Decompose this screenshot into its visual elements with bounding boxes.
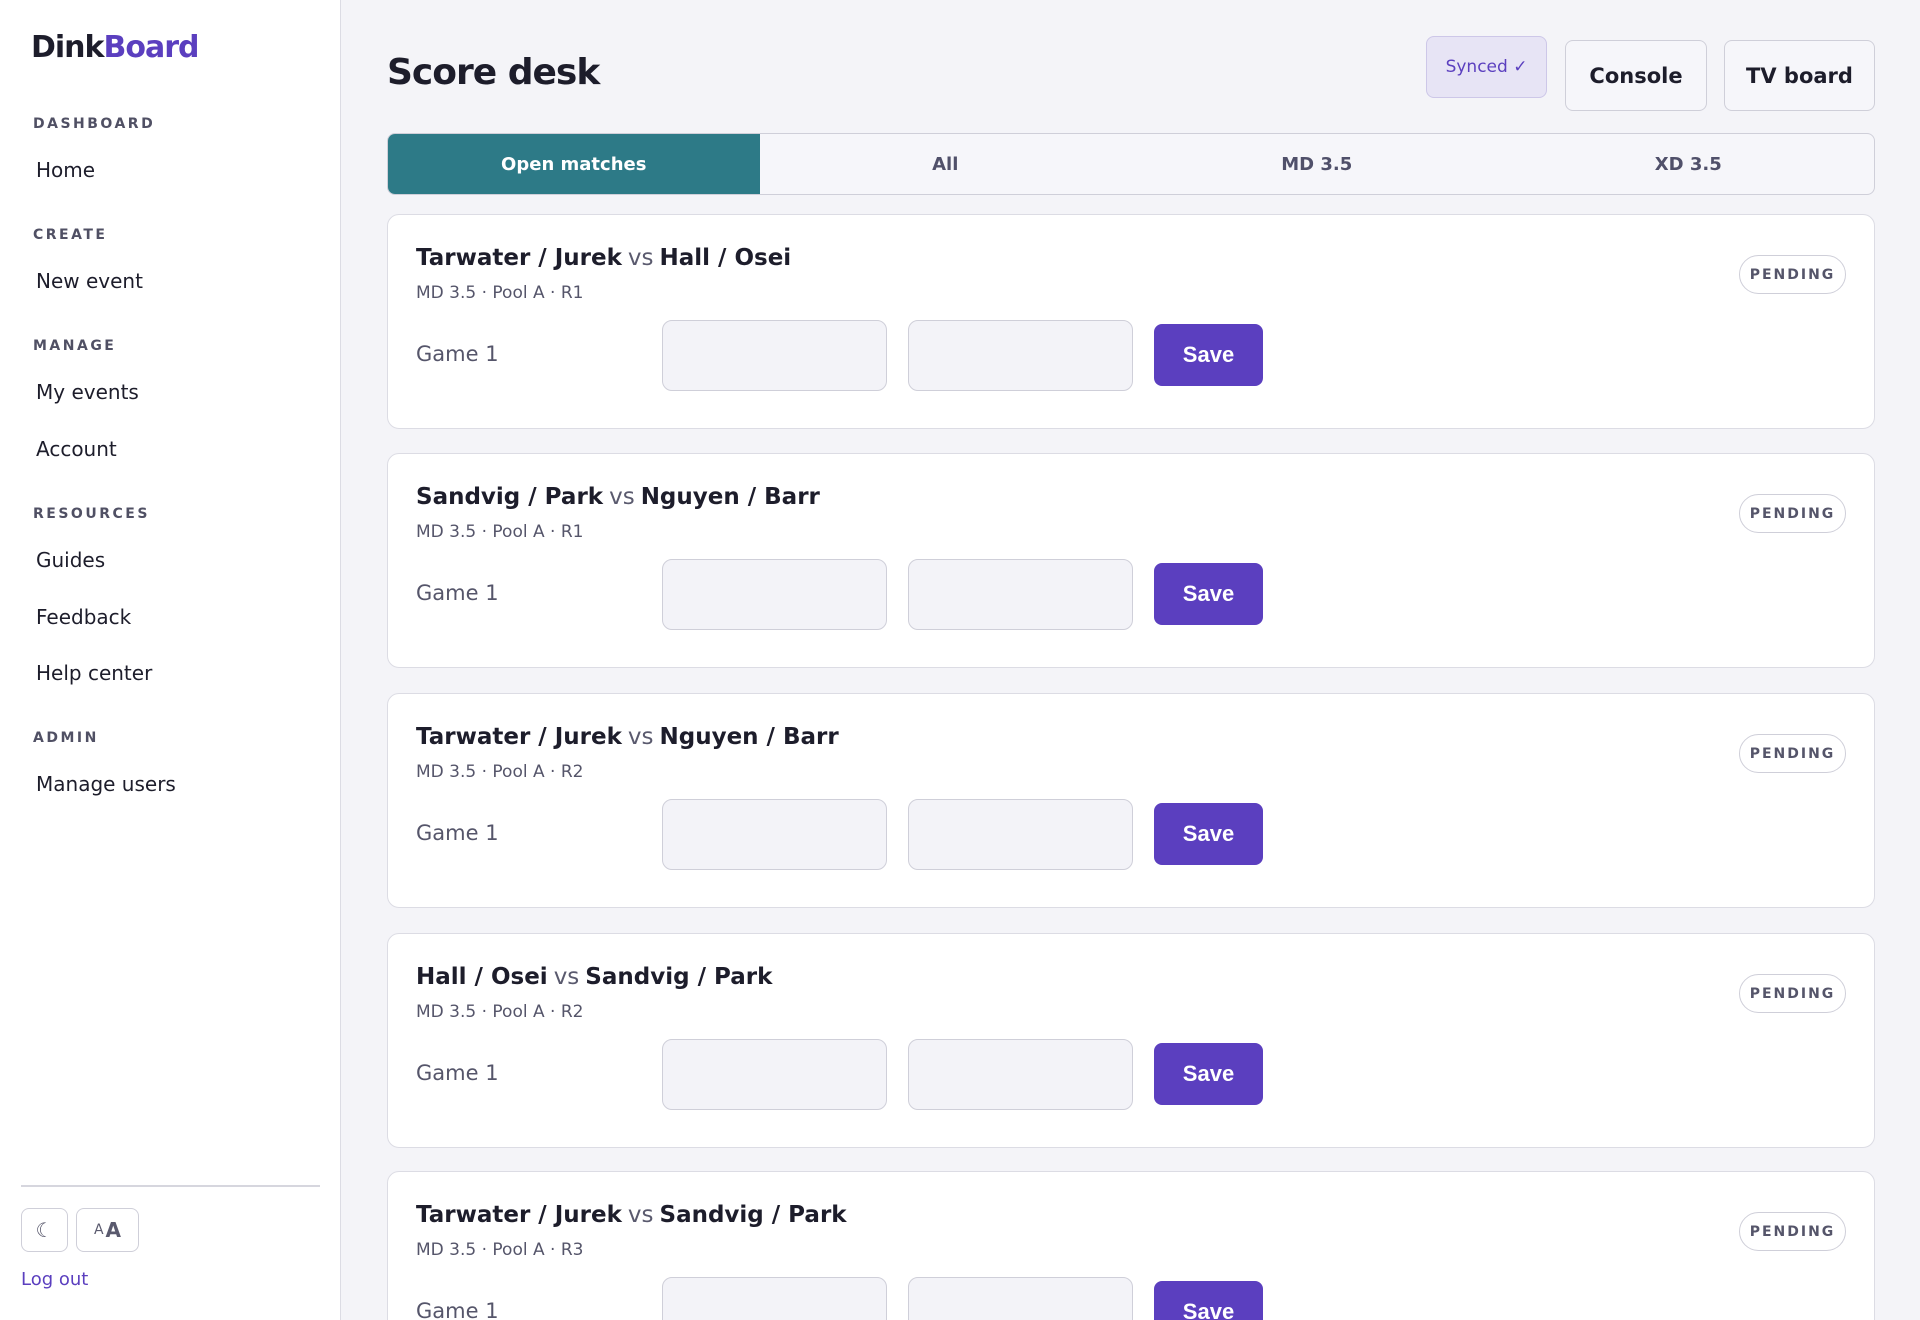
- match-meta: MD 3.5 · Pool A · R2: [416, 762, 584, 782]
- page-title: Score desk: [387, 52, 600, 93]
- status-badge: PENDING: [1739, 1212, 1846, 1251]
- team-2-name: Hall / Osei: [659, 245, 792, 271]
- team-2-score-input[interactable]: [908, 320, 1133, 391]
- match-card: Tarwater / Jurek vs Nguyen / Barr MD 3.5 ·…: [387, 693, 1875, 908]
- nav-section-dashboard: DASHBOARD: [33, 116, 156, 132]
- match-meta: MD 3.5 · Pool A · R3: [416, 1240, 584, 1260]
- tab-md-3-5[interactable]: MD 3.5: [1131, 134, 1503, 194]
- vs-label: vs: [553, 964, 580, 990]
- text-size-small-glyph: A: [93, 1222, 104, 1238]
- tab-open-matches[interactable]: Open matches: [388, 134, 760, 194]
- match-teams: Hall / Osei vs Sandvig / Park: [416, 964, 772, 990]
- match-meta: MD 3.5 · Pool A · R1: [416, 283, 584, 303]
- team-1-name: Tarwater / Jurek: [416, 724, 622, 750]
- sidebar-item-guides[interactable]: Guides: [36, 548, 105, 572]
- nav-section-manage: MANAGE: [33, 338, 117, 354]
- game-label: Game 1: [416, 342, 499, 366]
- sidebar-item-my-events[interactable]: My events: [36, 380, 139, 404]
- team-2-name: Nguyen / Barr: [659, 724, 839, 750]
- text-size-button[interactable]: AA: [76, 1208, 139, 1252]
- brand-logo[interactable]: DinkBoard: [31, 30, 200, 65]
- filter-tabs: Open matches All MD 3.5 XD 3.5: [387, 133, 1875, 195]
- match-meta: MD 3.5 · Pool A · R2: [416, 1002, 584, 1022]
- match-teams: Sandvig / Park vs Nguyen / Barr: [416, 484, 820, 510]
- team-1-score-input[interactable]: [662, 320, 887, 391]
- sidebar-item-manage-users[interactable]: Manage users: [36, 772, 176, 796]
- logout-link[interactable]: Log out: [21, 1269, 88, 1290]
- team-1-name: Hall / Osei: [416, 964, 548, 990]
- sidebar-item-home[interactable]: Home: [36, 158, 95, 182]
- status-badge: PENDING: [1739, 734, 1846, 773]
- match-card: Tarwater / Jurek vs Sandvig / Park MD 3.5 …: [387, 1171, 1875, 1320]
- status-badge: PENDING: [1739, 494, 1846, 533]
- match-teams: Tarwater / Jurek vs Hall / Osei: [416, 245, 791, 271]
- theme-toggle-button[interactable]: ☾: [21, 1208, 68, 1252]
- console-button[interactable]: Console: [1565, 40, 1707, 111]
- vs-label: vs: [609, 484, 635, 510]
- save-button[interactable]: Save: [1154, 563, 1263, 625]
- match-card: Tarwater / Jurek vs Hall / Osei MD 3.5 · P…: [387, 214, 1875, 429]
- moon-icon: ☾: [35, 1218, 54, 1242]
- nav-section-create: CREATE: [33, 227, 108, 243]
- match-meta: MD 3.5 · Pool A · R1: [416, 522, 584, 542]
- match-card: Hall / Osei vs Sandvig / Park MD 3.5 · Poo…: [387, 933, 1875, 1148]
- team-1-score-input[interactable]: [662, 1039, 887, 1110]
- team-2-name: Sandvig / Park: [585, 964, 773, 990]
- team-1-score-input[interactable]: [662, 799, 887, 870]
- sidebar-item-new-event[interactable]: New event: [36, 269, 143, 293]
- tv-board-button[interactable]: TV board: [1724, 40, 1875, 111]
- save-button[interactable]: Save: [1154, 1281, 1263, 1320]
- game-label: Game 1: [416, 1299, 499, 1320]
- team-2-score-input[interactable]: [908, 799, 1133, 870]
- vs-label: vs: [627, 724, 654, 750]
- match-card: Sandvig / Park vs Nguyen / Barr MD 3.5 · P…: [387, 453, 1875, 668]
- team-1-name: Tarwater / Jurek: [416, 245, 622, 271]
- game-label: Game 1: [416, 1061, 499, 1085]
- team-2-score-input[interactable]: [908, 1039, 1133, 1110]
- tab-all[interactable]: All: [760, 134, 1132, 194]
- team-1-score-input[interactable]: [662, 1277, 887, 1320]
- tab-xd-3-5[interactable]: XD 3.5: [1503, 134, 1875, 194]
- team-2-name: Sandvig / Park: [659, 1202, 847, 1228]
- vs-label: vs: [627, 245, 654, 271]
- nav-section-resources: RESOURCES: [33, 506, 150, 522]
- game-label: Game 1: [416, 821, 499, 845]
- brand-logo-part1: Dink: [31, 30, 104, 65]
- team-2-score-input[interactable]: [908, 1277, 1133, 1320]
- sidebar-item-help-center[interactable]: Help center: [36, 661, 152, 685]
- status-badge: PENDING: [1739, 255, 1846, 294]
- sidebar: DinkBoard DASHBOARD Home CREATE New even…: [0, 0, 341, 1320]
- team-2-score-input[interactable]: [908, 559, 1133, 630]
- text-size-large-glyph: A: [105, 1218, 122, 1242]
- team-1-score-input[interactable]: [662, 559, 887, 630]
- team-1-name: Sandvig / Park: [416, 484, 604, 510]
- sidebar-item-account[interactable]: Account: [36, 437, 117, 461]
- sidebar-item-feedback[interactable]: Feedback: [36, 605, 131, 629]
- synced-status-badge: Synced ✓: [1426, 36, 1547, 98]
- match-teams: Tarwater / Jurek vs Sandvig / Park: [416, 1202, 847, 1228]
- match-teams: Tarwater / Jurek vs Nguyen / Barr: [416, 724, 839, 750]
- team-1-name: Tarwater / Jurek: [416, 1202, 622, 1228]
- sidebar-divider: [21, 1185, 320, 1187]
- team-2-name: Nguyen / Barr: [640, 484, 820, 510]
- brand-logo-part2: Board: [103, 30, 200, 65]
- status-badge: PENDING: [1739, 974, 1846, 1013]
- vs-label: vs: [627, 1202, 654, 1228]
- save-button[interactable]: Save: [1154, 803, 1263, 865]
- save-button[interactable]: Save: [1154, 324, 1263, 386]
- game-label: Game 1: [416, 581, 499, 605]
- nav-section-admin: ADMIN: [33, 730, 99, 746]
- save-button[interactable]: Save: [1154, 1043, 1263, 1105]
